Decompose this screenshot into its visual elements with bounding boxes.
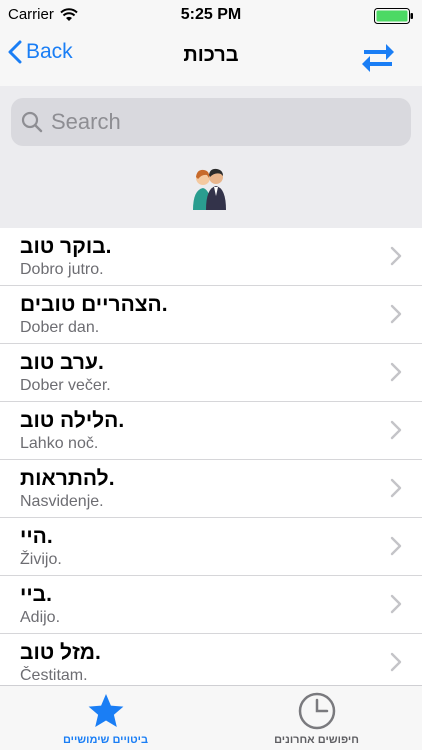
chevron-right-icon xyxy=(390,652,402,672)
phrase-list: בוקר טוב. Dobro jutro. הצהריים טובים. Dober… xyxy=(0,228,422,692)
chevron-right-icon xyxy=(390,362,402,382)
phrase-hebrew: היי. xyxy=(20,525,53,548)
tab-label: ביטויים שימושיים xyxy=(62,734,149,746)
phrase-translation: Nasvidenje. xyxy=(20,493,104,510)
phrase-translation: Lahko noč. xyxy=(20,435,99,452)
chevron-right-icon xyxy=(390,246,402,266)
phrase-translation: Dober dan. xyxy=(20,319,100,336)
phrase-translation: Dobro jutro. xyxy=(20,261,104,278)
chevron-right-icon xyxy=(390,304,402,324)
search-area xyxy=(0,86,422,228)
tab-recent-searches[interactable]: חיפושים אחרונים xyxy=(211,686,422,750)
page-title: ברכות xyxy=(183,44,239,66)
status-bar: Carrier 5:25 PM xyxy=(0,0,422,30)
phrase-hebrew: ערב טוב. xyxy=(20,351,104,374)
people-greeting-icon xyxy=(193,168,226,210)
search-box[interactable] xyxy=(11,98,411,146)
tab-label: חיפושים אחרונים xyxy=(274,734,359,746)
status-time: 5:25 PM xyxy=(180,6,242,23)
phrase-hebrew: הצהריים טובים. xyxy=(20,293,168,316)
nav-bar: Back ברכות xyxy=(0,30,422,86)
phrase-row[interactable]: ערב טוב. Dober večer. xyxy=(0,344,422,402)
phrase-translation: Dober večer. xyxy=(20,377,111,394)
battery-icon xyxy=(374,8,413,24)
phrase-row[interactable]: מזל טוב. Čestitam. xyxy=(0,634,422,692)
phrase-hebrew: מזל טוב. xyxy=(20,641,101,664)
phrase-hebrew: הלילה טוב. xyxy=(20,409,125,432)
phrase-hebrew: ביי. xyxy=(20,583,52,606)
clock-icon xyxy=(298,692,336,730)
phrase-hebrew: להתראות. xyxy=(20,467,115,490)
star-icon xyxy=(88,694,124,727)
phrase-translation: Živijo. xyxy=(20,551,62,568)
phrase-translation: Čestitam. xyxy=(20,667,88,684)
search-input[interactable] xyxy=(51,109,391,135)
phrase-hebrew: בוקר טוב. xyxy=(20,235,112,258)
chevron-right-icon xyxy=(390,420,402,440)
phrase-row[interactable]: בוקר טוב. Dobro jutro. xyxy=(0,228,422,286)
chevron-right-icon xyxy=(390,594,402,614)
phrase-row[interactable]: ביי. Adijo. xyxy=(0,576,422,634)
chevron-right-icon xyxy=(390,536,402,556)
search-icon xyxy=(21,111,43,133)
phrase-row[interactable]: הצהריים טובים. Dober dan. xyxy=(0,286,422,344)
phrase-translation: Adijo. xyxy=(20,609,61,626)
tab-useful-phrases[interactable]: ביטויים שימושיים xyxy=(0,686,211,750)
chevron-right-icon xyxy=(390,478,402,498)
phrase-row[interactable]: היי. Živijo. xyxy=(0,518,422,576)
phrase-row[interactable]: הלילה טוב. Lahko noč. xyxy=(0,402,422,460)
tab-bar: ביטויים שימושיים חיפושים אחרונים xyxy=(0,685,422,750)
swap-languages-icon[interactable] xyxy=(360,38,396,74)
phrase-row[interactable]: להתראות. Nasvidenje. xyxy=(0,460,422,518)
